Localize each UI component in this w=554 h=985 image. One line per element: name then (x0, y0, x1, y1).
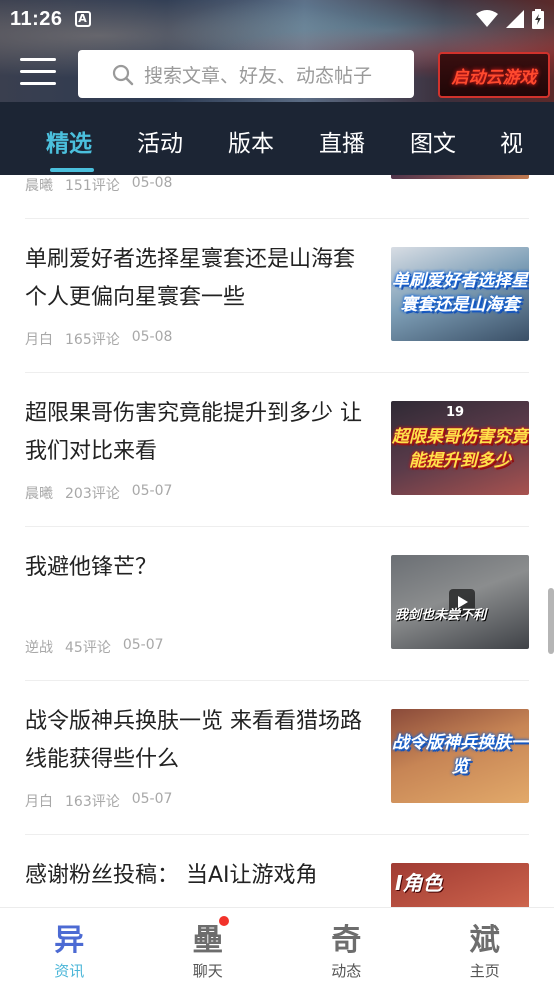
search-placeholder: 搜索文章、好友、动态帖子 (144, 64, 373, 87)
nav-chat-label: 聊天 (192, 962, 223, 980)
bottom-navigation: 异 资讯 壘 聊天 奇 动态 斌 主页 (0, 907, 554, 985)
thumbnail-caption: 超限果哥伤害究竟能提升到多少 (392, 427, 528, 471)
search-bar[interactable]: 搜索文章、好友、动态帖子 (78, 50, 414, 98)
header: 11:26 A 搜索文章、好友、动态帖子 启动云游戏 精选 活动 版本 直播 图… (0, 0, 554, 175)
item-title: 战令版神兵换肤一览 来看看猎场路线能获得些什么 (25, 709, 362, 772)
item-author: 月白 (25, 794, 53, 810)
status-time: 11:26 (10, 7, 63, 30)
thumbnail-caption: 单刷爱好者选择星寰套还是山海套 (392, 271, 528, 315)
item-meta: 月白 163评论 05-07 (25, 791, 172, 811)
launch-cloud-game-button[interactable]: 启动云游戏 (438, 52, 550, 98)
thumbnail-counter: 19 (446, 405, 465, 420)
nav-news[interactable]: 异 资讯 (0, 908, 139, 985)
list-item[interactable]: 战令版神兵换肤一览 来看看猎场路线能获得些什么 月白 163评论 05-07 战… (0, 681, 554, 835)
item-thumbnail (391, 175, 529, 179)
thumbnail-caption: 我剑也未尝不利 (395, 608, 487, 623)
menu-icon-line (20, 58, 56, 61)
tab-featured[interactable]: 精选 (46, 124, 92, 158)
nav-feed[interactable]: 奇 动态 (277, 908, 416, 985)
nav-home-label: 主页 (469, 962, 500, 980)
nav-home[interactable]: 斌 主页 (416, 908, 554, 985)
item-meta: 晨曦 203评论 05-07 (25, 483, 172, 503)
item-thumbnail: 战令版神兵换肤一览 (391, 709, 529, 803)
status-icons (476, 9, 544, 29)
nav-news-label: 资讯 (54, 962, 85, 980)
item-author: 逆战 (25, 640, 53, 656)
list-item[interactable]: 感谢粉丝投稿： 当AI让游戏角 I角色 (0, 835, 554, 907)
item-date: 05-07 (122, 637, 164, 653)
item-author: 月白 (25, 332, 53, 348)
search-icon (112, 64, 134, 86)
feed-icon: 奇 (331, 923, 362, 958)
nav-feed-label: 动态 (331, 962, 362, 980)
battery-icon (532, 9, 544, 29)
list-item[interactable]: 晨曦 151评论 05-08 (0, 175, 554, 219)
item-title: 我避他锋芒？ (25, 555, 158, 580)
app-notification-icon: A (74, 11, 91, 27)
notification-badge (218, 916, 229, 926)
item-thumbnail: I角色 (391, 863, 529, 907)
news-icon: 异 (54, 923, 85, 958)
item-thumbnail: 单刷爱好者选择星寰套还是山海套 (391, 247, 529, 341)
thumbnail-caption: I角色 (395, 871, 443, 895)
scrollbar[interactable] (548, 588, 554, 654)
menu-icon-line (20, 70, 56, 73)
item-thumbnail: 19 超限果哥伤害究竟能提升到多少 (391, 401, 529, 495)
item-date: 05-08 (131, 175, 173, 191)
item-author: 晨曦 (25, 486, 53, 502)
wifi-icon (476, 10, 498, 27)
item-date: 05-07 (131, 483, 173, 499)
item-meta: 晨曦 151评论 05-08 (25, 175, 172, 195)
tab-video[interactable]: 视 (500, 124, 523, 158)
nav-chat[interactable]: 壘 聊天 (139, 908, 278, 985)
menu-icon-line (20, 82, 56, 85)
tab-live[interactable]: 直播 (319, 124, 365, 158)
list-item[interactable]: 单刷爱好者选择星寰套还是山海套 个人更偏向星寰套一些 月白 165评论 05-0… (0, 219, 554, 373)
item-comments: 163评论 (65, 794, 120, 810)
item-date: 05-07 (131, 791, 173, 807)
list-item[interactable]: 超限果哥伤害究竟能提升到多少 让我们对比来看 晨曦 203评论 05-07 19… (0, 373, 554, 527)
status-bar: 11:26 A (0, 0, 554, 38)
item-title: 单刷爱好者选择星寰套还是山海套 个人更偏向星寰套一些 (25, 247, 356, 310)
tab-events[interactable]: 活动 (137, 124, 183, 158)
menu-button[interactable] (20, 58, 56, 88)
item-title: 感谢粉丝投稿： 当AI让游戏角 (25, 863, 318, 888)
list-item[interactable]: 我避他锋芒？ 逆战 45评论 05-07 我剑也未尝不利 (0, 527, 554, 681)
item-comments: 165评论 (65, 332, 120, 348)
item-comments: 45评论 (65, 640, 111, 656)
active-tab-indicator (50, 168, 94, 172)
top-row: 搜索文章、好友、动态帖子 启动云游戏 (0, 46, 554, 102)
tab-articles[interactable]: 图文 (410, 124, 456, 158)
item-comments: 203评论 (65, 486, 120, 502)
item-comments: 151评论 (65, 178, 120, 194)
item-meta: 逆战 45评论 05-07 (25, 637, 164, 657)
item-title: 超限果哥伤害究竟能提升到多少 让我们对比来看 (25, 401, 362, 464)
category-tabs: 精选 活动 版本 直播 图文 视 (0, 102, 554, 175)
home-icon: 斌 (469, 923, 500, 958)
article-feed[interactable]: 晨曦 151评论 05-08 单刷爱好者选择星寰套还是山海套 个人更偏向星寰套一… (0, 175, 554, 907)
tab-version[interactable]: 版本 (228, 124, 274, 158)
signal-icon (506, 10, 524, 28)
item-date: 05-08 (131, 329, 173, 345)
thumbnail-caption: 战令版神兵换肤一览 (392, 733, 528, 777)
item-meta: 月白 165评论 05-08 (25, 329, 172, 349)
item-author: 晨曦 (25, 178, 53, 194)
item-thumbnail[interactable]: 我剑也未尝不利 (391, 555, 529, 649)
